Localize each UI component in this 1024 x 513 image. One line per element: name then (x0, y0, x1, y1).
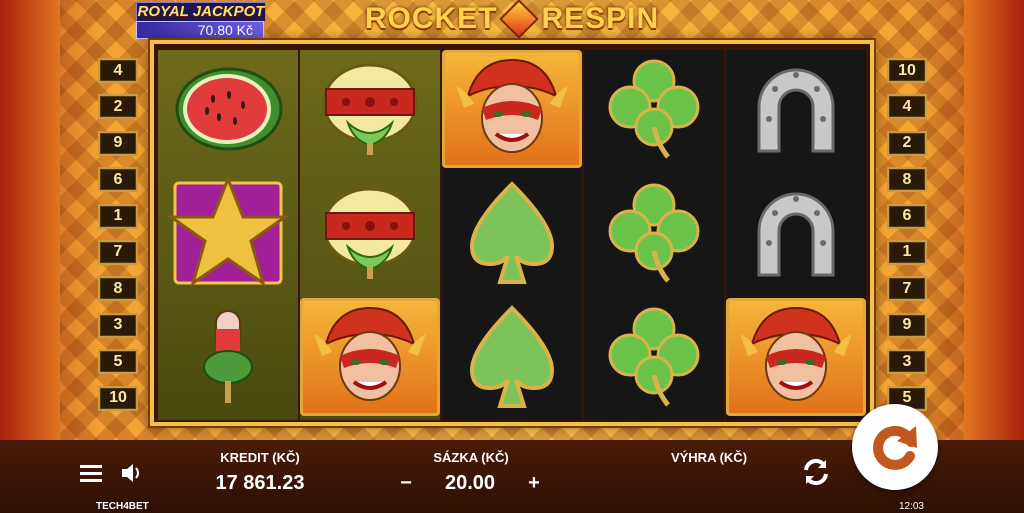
royal-jackpot: ROYAL JACKPOT 70.80 Kč (136, 2, 266, 40)
symbol-rocket-pop-icon (300, 174, 440, 292)
credit-value: 17 861.23 (215, 472, 305, 494)
symbol-horseshoe-icon (726, 174, 866, 292)
payline-number: 9 (98, 130, 138, 156)
symbol-jester-icon (442, 50, 582, 168)
payline-number: 3 (98, 312, 138, 338)
symbol-popsicle-icon (158, 298, 298, 416)
payline-number: 4 (887, 94, 927, 120)
sound-icon[interactable] (118, 460, 146, 486)
bet-increase-button[interactable]: + (522, 472, 546, 495)
reel-1 (158, 50, 298, 420)
reel-3 (442, 50, 582, 420)
game-title: ROCKET RESPIN (360, 0, 664, 39)
payline-number: 9 (887, 312, 927, 338)
clock: 12:03 (898, 501, 924, 512)
reel-5 (726, 50, 866, 420)
payline-number: 8 (887, 167, 927, 193)
symbol-clover-icon (584, 298, 724, 416)
payline-number: 7 (98, 239, 138, 265)
payline-number: 1 (887, 239, 927, 265)
left-side-panel (0, 0, 60, 440)
payline-number: 4 (98, 58, 138, 83)
payline-number: 8 (98, 276, 138, 302)
menu-icon[interactable] (78, 460, 104, 486)
title-right: RESPIN (541, 2, 660, 35)
brand-label: TECH4BET (96, 501, 149, 512)
symbol-clover-icon (584, 174, 724, 292)
payline-number: 10 (887, 58, 927, 83)
symbol-watermelon-icon (158, 50, 298, 168)
spin-button[interactable] (852, 404, 938, 490)
reel-frame (150, 40, 874, 426)
payline-number: 10 (98, 385, 138, 411)
bet-value: 20.00 (444, 472, 496, 494)
autoplay-icon[interactable] (796, 452, 836, 492)
symbol-jester-icon (300, 298, 440, 416)
payline-number: 5 (98, 349, 138, 375)
payline-number: 7 (887, 276, 927, 302)
title-left: ROCKET (364, 2, 498, 35)
payline-number: 3 (887, 349, 927, 375)
credit-label: KREDIT (KČ) (220, 450, 300, 465)
jackpot-value: 70.80 Kč (136, 21, 264, 39)
symbol-star-icon (158, 174, 298, 292)
payline-numbers-left: 4 2 9 6 1 7 8 3 5 10 (98, 58, 138, 422)
rocket-logo-icon (499, 0, 540, 39)
reel-4 (584, 50, 724, 420)
symbol-spade-icon (442, 174, 582, 292)
payline-number: 6 (98, 167, 138, 193)
payline-numbers-right: 10 4 2 8 6 1 7 9 3 5 (887, 58, 927, 422)
payline-number: 2 (98, 94, 138, 120)
symbol-clover-icon (584, 50, 724, 168)
symbol-jester-icon (726, 298, 866, 416)
payline-number: 6 (887, 203, 927, 229)
bet-label: SÁZKA (KČ) (433, 450, 509, 465)
payline-number: 2 (887, 130, 927, 156)
right-side-panel (964, 0, 1024, 440)
symbol-rocket-pop-icon (300, 50, 440, 168)
payline-number: 1 (98, 203, 138, 229)
symbol-horseshoe-icon (726, 50, 866, 168)
symbol-spade-icon (442, 298, 582, 416)
win-label: VÝHRA (KČ) (670, 450, 748, 465)
spin-icon (873, 425, 917, 470)
jackpot-label: ROYAL JACKPOT (136, 2, 266, 22)
bet-decrease-button[interactable]: − (394, 472, 418, 495)
reel-2 (300, 50, 440, 420)
